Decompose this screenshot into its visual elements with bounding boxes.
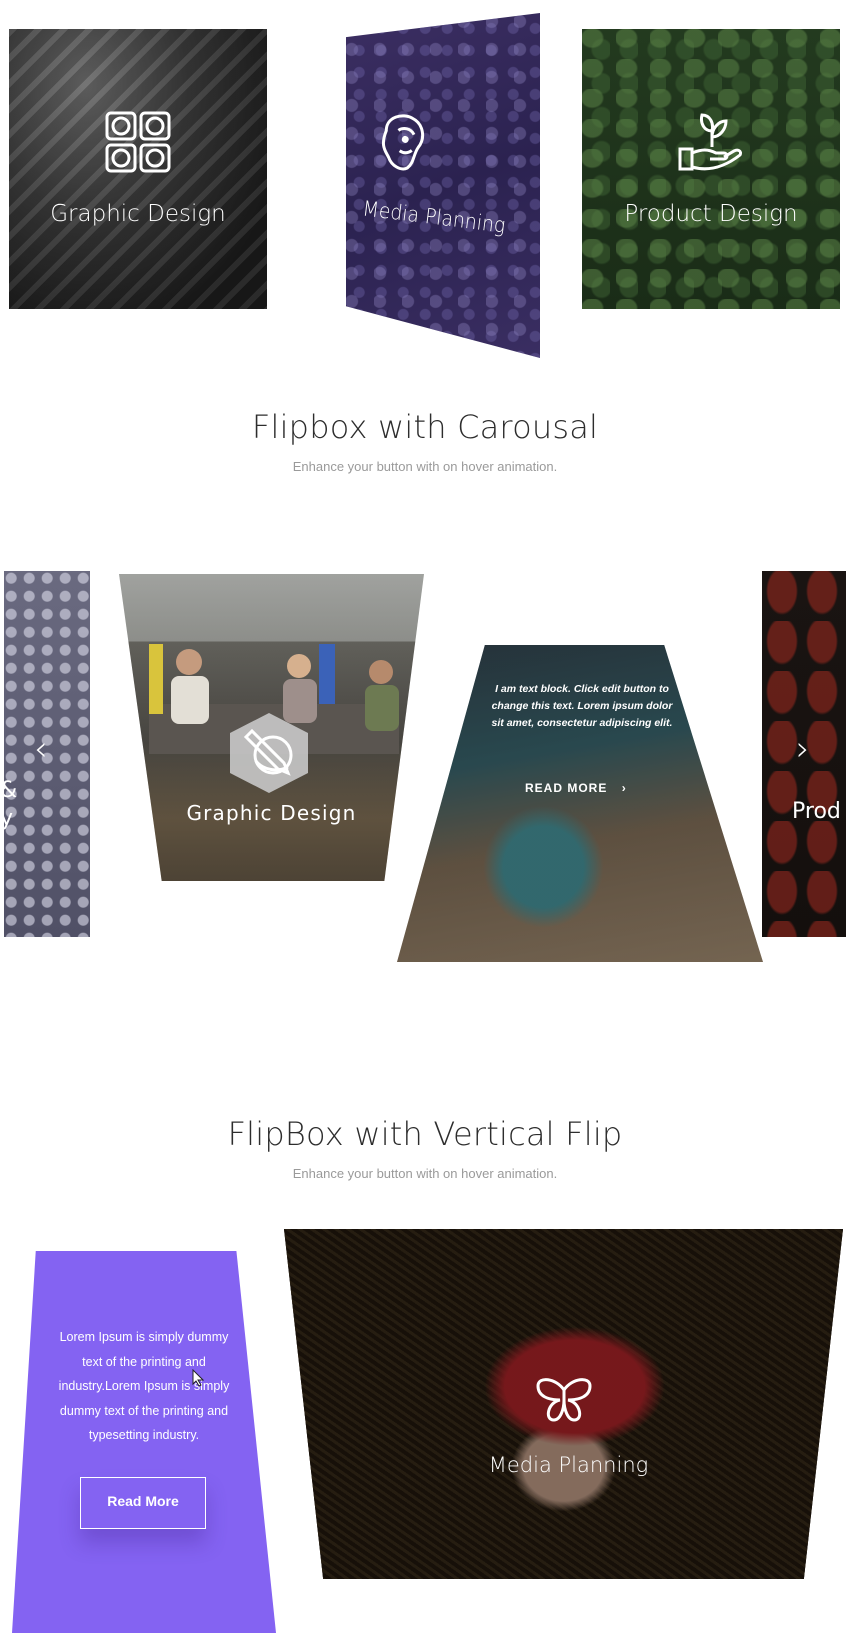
section-subtitle: Enhance your button with on hover animat… bbox=[292, 1166, 558, 1181]
carousel-slide-graphic-design[interactable]: Graphic Design bbox=[119, 574, 424, 881]
read-more-label: READ MORE bbox=[525, 781, 608, 795]
flipped-card-text: I am text block. Click edit button to ch… bbox=[491, 683, 673, 729]
section-title: FlipBox with Vertical Flip bbox=[227, 1115, 623, 1153]
mouse-cursor-icon bbox=[192, 1369, 204, 1387]
card-label: Media Planning bbox=[361, 196, 507, 238]
flipbox-media-planning[interactable]: Media Planning bbox=[346, 13, 540, 358]
vertical-flipbox-text: Lorem Ipsum is simply dummy text of the … bbox=[58, 1330, 230, 1442]
card-label: Media Planning bbox=[488, 1453, 649, 1477]
vertical-flipbox-media-planning[interactable]: Media Planning bbox=[284, 1229, 843, 1579]
vertical-flipbox-back[interactable]: Lorem Ipsum is simply dummy text of the … bbox=[12, 1251, 276, 1633]
carousel-slide-flipped[interactable]: I am text block. Click edit button to ch… bbox=[397, 645, 763, 962]
hand-plant-icon bbox=[678, 113, 744, 173]
flipbox-graphic-design[interactable]: Graphic Design bbox=[9, 29, 267, 309]
chevron-right-icon: › bbox=[621, 781, 627, 795]
section-title: Flipbox with Carousal bbox=[251, 408, 599, 446]
card-label: Product Design bbox=[624, 201, 798, 227]
hexagon-pen-icon bbox=[226, 711, 312, 795]
flipbox-product-design[interactable]: Product Design bbox=[582, 29, 840, 309]
read-more-button[interactable]: Read More bbox=[80, 1477, 206, 1529]
read-more-link[interactable]: READ MORE › bbox=[525, 781, 627, 795]
carousel-next-arrow[interactable]: › bbox=[796, 732, 810, 766]
slide-partial-label: & y bbox=[4, 778, 17, 831]
butterfly-icon bbox=[534, 1376, 594, 1424]
grid-circles-icon bbox=[105, 111, 171, 173]
card-label: Graphic Design bbox=[186, 801, 357, 825]
section-subtitle: Enhance your button with on hover animat… bbox=[292, 459, 558, 474]
carousel-prev-arrow[interactable]: ‹ bbox=[34, 732, 48, 766]
slide-partial-label: Prod bbox=[792, 799, 841, 824]
lion-head-icon bbox=[373, 108, 431, 174]
card-label: Graphic Design bbox=[50, 201, 226, 227]
